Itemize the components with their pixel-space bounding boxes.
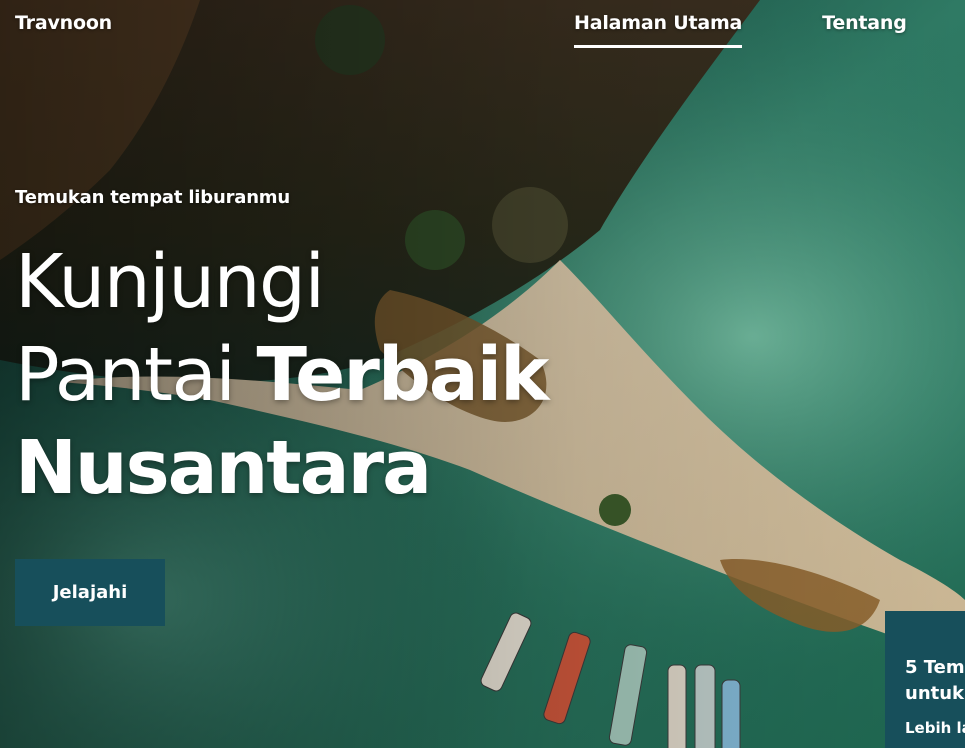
card-title-line-1: 5 Tem	[905, 657, 965, 678]
hero-section: Travnoon Halaman Utama Tentang Temukan t…	[0, 0, 965, 748]
headline-line-1: Kunjungi	[15, 239, 325, 325]
brand-logo-text[interactable]: Travnoon	[15, 12, 112, 34]
hero-headline: Kunjungi Pantai Terbaik Nusantara	[15, 236, 550, 515]
main-nav: Halaman Utama Tentang	[574, 12, 907, 48]
read-more-link[interactable]: Lebih la	[905, 719, 965, 737]
headline-line-2: Pantai Terbaik	[15, 329, 550, 422]
nav-link-home[interactable]: Halaman Utama	[574, 12, 742, 48]
headline-line-3: Nusantara	[15, 422, 547, 515]
card-title-line-2: untuk	[905, 683, 965, 704]
headline-line-3-bold: Nusantara	[15, 425, 432, 511]
hero-tagline: Temukan tempat liburanmu	[15, 187, 290, 208]
card-title: 5 Tem untuk	[905, 655, 965, 707]
nav-link-about[interactable]: Tentang	[822, 12, 907, 48]
headline-line-2-light: Pantai	[15, 332, 257, 418]
explore-button[interactable]: Jelajahi	[15, 559, 165, 626]
headline-line-2-bold: Terbaik	[256, 332, 550, 418]
article-card[interactable]: 5 Tem untuk Lebih la	[885, 611, 965, 748]
